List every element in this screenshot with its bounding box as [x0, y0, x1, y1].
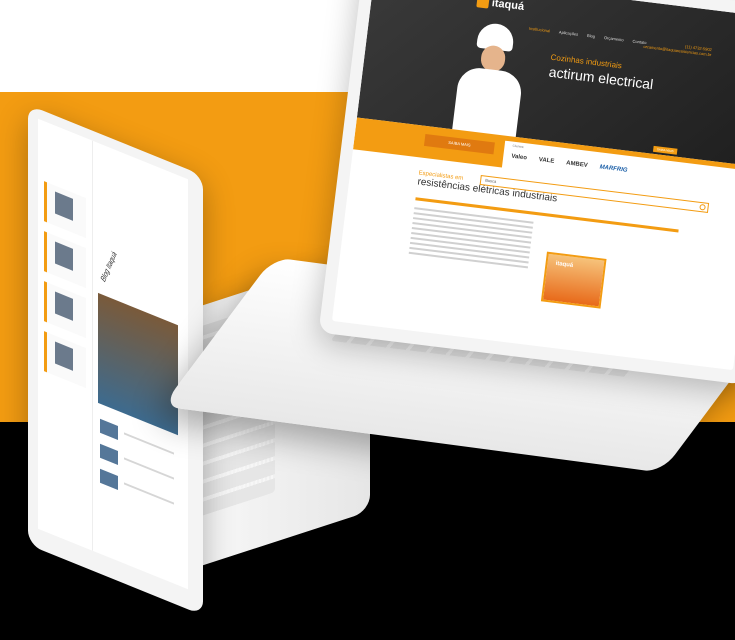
nav-item-aplicacoes[interactable]: Aplicações [559, 29, 579, 36]
body-text [408, 207, 534, 271]
contact-info: (11) 4732-5902 orcamento@itaquaresistenc… [643, 39, 712, 57]
thumbnail-logo-text: itaquá [555, 260, 574, 269]
main-nav: Institucional Aplicações Blog Orçamento … [529, 26, 647, 45]
chef-coat [451, 65, 524, 139]
site-logo[interactable]: itaquá [476, 0, 525, 13]
nav-item-orcamento[interactable]: Orçamento [604, 35, 624, 42]
nav-item-blog[interactable]: Blog [587, 33, 596, 39]
client-logos: Valeo VALE AMBEV MARFRIG [511, 154, 628, 174]
logo-mark-icon [476, 0, 490, 9]
chef-photo [444, 19, 537, 140]
promo-thumbnail[interactable]: itaquá [540, 251, 607, 309]
hero-text: Cozinhas industriais actirum electrical [548, 53, 656, 93]
search-icon[interactable] [699, 203, 706, 211]
hero-description [606, 93, 695, 104]
right-laptop-lid: itaquá Institucional Aplicações Blog Orç… [318, 0, 735, 385]
right-laptop: itaquá Institucional Aplicações Blog Orç… [0, 0, 735, 640]
client-logo-ambev: AMBEV [565, 160, 589, 169]
clients-title: Clientes: [512, 143, 525, 150]
right-laptop-screen: itaquá Institucional Aplicações Blog Orç… [331, 0, 735, 371]
logo-text: itaquá [491, 0, 525, 13]
client-logo-marfrig: MARFRIG [599, 164, 628, 174]
client-logo-valeo: Valeo [510, 153, 528, 162]
client-logo-vale: VALE [538, 156, 555, 165]
